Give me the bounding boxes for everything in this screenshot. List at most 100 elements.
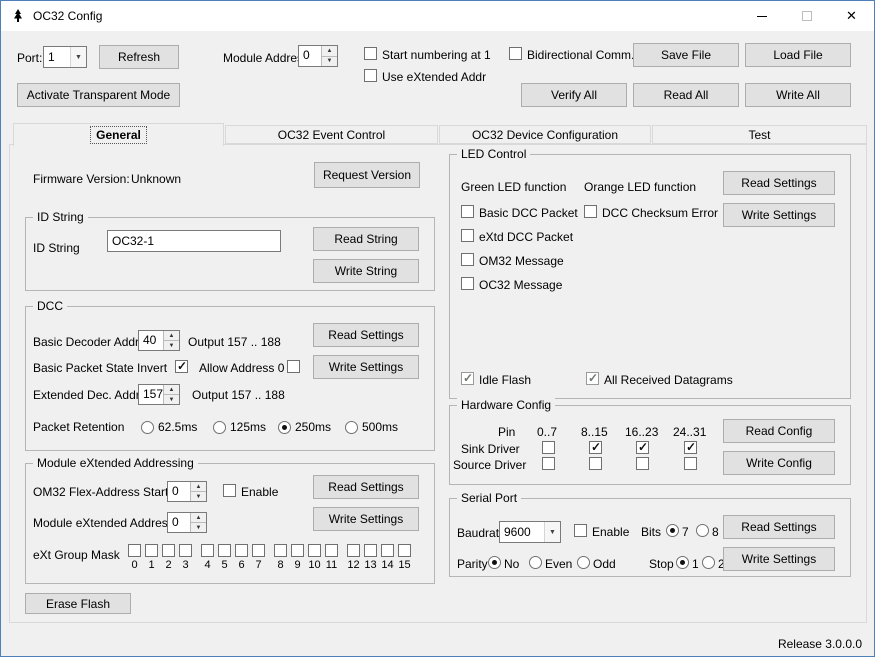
request-version-button[interactable]: Request Version bbox=[314, 162, 420, 188]
allow-address-0-checkbox[interactable] bbox=[287, 360, 300, 373]
basic-decoder-addr-stepper[interactable]: 40 ▲ ▼ bbox=[138, 330, 180, 351]
bidirectional-checkbox[interactable] bbox=[509, 47, 522, 60]
spin-up-icon[interactable]: ▲ bbox=[191, 513, 206, 523]
read-all-button[interactable]: Read All bbox=[633, 83, 739, 107]
bits-7-radio[interactable] bbox=[666, 524, 679, 537]
refresh-button[interactable]: Refresh bbox=[99, 45, 179, 69]
sink-driver-8-15-checkbox[interactable] bbox=[589, 441, 602, 454]
erase-flash-button[interactable]: Erase Flash bbox=[25, 593, 131, 614]
id-string-input[interactable] bbox=[107, 230, 281, 252]
dcc-write-settings-button[interactable]: Write Settings bbox=[313, 355, 419, 379]
save-file-button[interactable]: Save File bbox=[633, 43, 739, 67]
extd-dcc-packet-checkbox[interactable] bbox=[461, 229, 474, 242]
write-string-button[interactable]: Write String bbox=[313, 259, 419, 283]
mask-bit-7-checkbox[interactable] bbox=[252, 544, 265, 557]
mask-bit-6-checkbox[interactable] bbox=[235, 544, 248, 557]
title-bar[interactable]: OC32 Config ✕ bbox=[1, 1, 874, 31]
baudrate-combobox[interactable]: 9600 ▼ bbox=[499, 521, 561, 543]
retention-500ms-radio[interactable] bbox=[345, 421, 358, 434]
spin-down-icon[interactable]: ▼ bbox=[191, 523, 206, 532]
mask-bit-0-checkbox[interactable] bbox=[128, 544, 141, 557]
parity-odd-radio[interactable] bbox=[577, 556, 590, 569]
bits-8-radio[interactable] bbox=[696, 524, 709, 537]
oc32-message-checkbox[interactable] bbox=[461, 277, 474, 290]
packet-state-invert-checkbox[interactable] bbox=[175, 360, 188, 373]
mask-bit-13-checkbox[interactable] bbox=[364, 544, 377, 557]
tab-oc32-event-control[interactable]: OC32 Event Control bbox=[225, 125, 438, 144]
parity-no-radio[interactable] bbox=[488, 556, 501, 569]
mask-bit-10-checkbox[interactable] bbox=[308, 544, 321, 557]
mask-bit-12-checkbox[interactable] bbox=[347, 544, 360, 557]
spin-up-icon[interactable]: ▲ bbox=[164, 385, 179, 395]
spin-down-icon[interactable]: ▼ bbox=[322, 57, 337, 67]
mea-read-settings-button[interactable]: Read Settings bbox=[313, 475, 419, 499]
tab-general[interactable]: General bbox=[13, 123, 224, 146]
flex-enable-checkbox[interactable] bbox=[223, 484, 236, 497]
sink-driver-0-7-checkbox[interactable] bbox=[542, 441, 555, 454]
spin-down-icon[interactable]: ▼ bbox=[164, 341, 179, 350]
retention-125ms-radio[interactable] bbox=[213, 421, 226, 434]
led-write-settings-button[interactable]: Write Settings bbox=[723, 203, 835, 227]
all-received-datagrams-checkbox[interactable] bbox=[586, 372, 599, 385]
source-driver-8-15-checkbox[interactable] bbox=[589, 457, 602, 470]
maximize-button[interactable] bbox=[784, 1, 829, 31]
mea-write-settings-button[interactable]: Write Settings bbox=[313, 507, 419, 531]
read-config-button[interactable]: Read Config bbox=[723, 419, 835, 443]
led-read-settings-button[interactable]: Read Settings bbox=[723, 171, 835, 195]
mask-bit-9-checkbox[interactable] bbox=[291, 544, 304, 557]
mask-bit-3-checkbox[interactable] bbox=[179, 544, 192, 557]
serial-write-settings-button[interactable]: Write Settings bbox=[723, 547, 835, 571]
parity-even-radio[interactable] bbox=[529, 556, 542, 569]
idle-flash-checkbox[interactable] bbox=[461, 372, 474, 385]
basic-dcc-packet-checkbox[interactable] bbox=[461, 205, 474, 218]
mask-bit-4-checkbox[interactable] bbox=[201, 544, 214, 557]
chevron-down-icon[interactable]: ▼ bbox=[70, 47, 86, 67]
mask-bit-14-checkbox[interactable] bbox=[381, 544, 394, 557]
dcc-checksum-error-checkbox[interactable] bbox=[584, 205, 597, 218]
spin-down-icon[interactable]: ▼ bbox=[164, 395, 179, 404]
tab-test[interactable]: Test bbox=[652, 125, 867, 144]
mask-bit-3: 3 bbox=[179, 544, 192, 571]
mask-bit-8-checkbox[interactable] bbox=[274, 544, 287, 557]
serial-read-settings-button[interactable]: Read Settings bbox=[723, 515, 835, 539]
mask-bit-2-checkbox[interactable] bbox=[162, 544, 175, 557]
sink-driver-16-23-checkbox[interactable] bbox=[636, 441, 649, 454]
write-all-button[interactable]: Write All bbox=[745, 83, 851, 107]
start-numbering-checkbox[interactable] bbox=[364, 47, 377, 60]
retention-250ms-radio[interactable] bbox=[278, 421, 291, 434]
spin-down-icon[interactable]: ▼ bbox=[191, 492, 206, 501]
sink-driver-24-31-checkbox[interactable] bbox=[684, 441, 697, 454]
load-file-button[interactable]: Load File bbox=[745, 43, 851, 67]
tab-oc32-device-configuration[interactable]: OC32 Device Configuration bbox=[439, 125, 651, 144]
port-combobox[interactable]: 1 ▼ bbox=[43, 46, 87, 68]
mask-bit-11-checkbox[interactable] bbox=[325, 544, 338, 557]
source-driver-16-23-checkbox[interactable] bbox=[636, 457, 649, 470]
dcc-read-settings-button[interactable]: Read Settings bbox=[313, 323, 419, 347]
source-driver-24-31-checkbox[interactable] bbox=[684, 457, 697, 470]
chevron-down-icon[interactable]: ▼ bbox=[544, 522, 560, 542]
spin-up-icon[interactable]: ▲ bbox=[322, 46, 337, 57]
hardware-config-group-title: Hardware Config bbox=[457, 398, 555, 412]
write-config-button[interactable]: Write Config bbox=[723, 451, 835, 475]
close-button[interactable]: ✕ bbox=[829, 1, 874, 31]
module-address-stepper[interactable]: 0 ▲ ▼ bbox=[298, 45, 338, 67]
spin-up-icon[interactable]: ▲ bbox=[191, 482, 206, 492]
serial-enable-checkbox[interactable] bbox=[574, 524, 587, 537]
source-driver-0-7-checkbox[interactable] bbox=[542, 457, 555, 470]
verify-all-button[interactable]: Verify All bbox=[521, 83, 627, 107]
retention-62ms-radio[interactable] bbox=[141, 421, 154, 434]
activate-transparent-mode-button[interactable]: Activate Transparent Mode bbox=[17, 83, 180, 107]
module-extended-address-stepper[interactable]: 0 ▲ ▼ bbox=[167, 512, 207, 533]
stop-2-radio[interactable] bbox=[702, 556, 715, 569]
mask-bit-1-checkbox[interactable] bbox=[145, 544, 158, 557]
mask-bit-5-checkbox[interactable] bbox=[218, 544, 231, 557]
minimize-button[interactable] bbox=[739, 1, 784, 31]
spin-up-icon[interactable]: ▲ bbox=[164, 331, 179, 341]
mask-bit-15-checkbox[interactable] bbox=[398, 544, 411, 557]
extended-dec-addr-stepper[interactable]: 157 ▲ ▼ bbox=[138, 384, 180, 405]
om32-message-checkbox[interactable] bbox=[461, 253, 474, 266]
read-string-button[interactable]: Read String bbox=[313, 227, 419, 251]
flex-address-start-stepper[interactable]: 0 ▲ ▼ bbox=[167, 481, 207, 502]
stop-1-radio[interactable] bbox=[676, 556, 689, 569]
use-extended-addr-checkbox[interactable] bbox=[364, 69, 377, 82]
